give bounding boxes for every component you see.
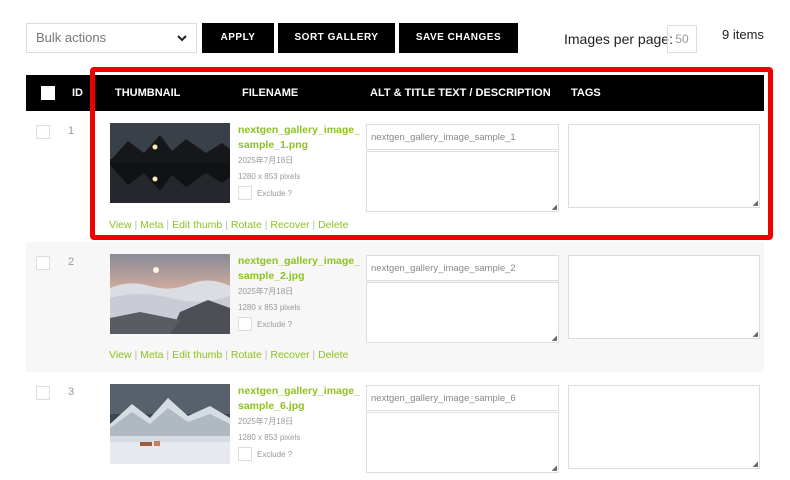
filename-link[interactable]: nextgen_gallery_image_sample_6.jpg: [238, 384, 360, 414]
image-date: 2025年7月18日: [238, 287, 294, 296]
resize-grip-icon[interactable]: ◢: [552, 204, 557, 211]
exclude-label: Exclude ?: [257, 450, 293, 459]
separator: |: [312, 349, 316, 361]
filename-link[interactable]: nextgen_gallery_image_sample_1.png: [238, 123, 360, 153]
apply-button[interactable]: APPLY: [202, 23, 274, 53]
row-id: 3: [68, 386, 75, 398]
alt-title-input[interactable]: nextgen_gallery_image_sample_6: [366, 385, 559, 411]
meta-link[interactable]: Meta: [140, 349, 163, 361]
description-textarea[interactable]: ◢: [366, 282, 559, 343]
column-header-alt-title[interactable]: ALT & TITLE TEXT / DESCRIPTION: [370, 87, 551, 99]
row-actions: View | Meta | Edit thumb | Rotate | Reco…: [109, 349, 348, 361]
tags-textarea[interactable]: ◢: [568, 385, 760, 469]
exclude-checkbox[interactable]: [238, 186, 252, 200]
resize-grip-icon[interactable]: ◢: [753, 461, 758, 468]
description-textarea[interactable]: ◢: [366, 151, 559, 212]
alt-title-input[interactable]: nextgen_gallery_image_sample_2: [366, 255, 559, 281]
tags-textarea[interactable]: ◢: [568, 124, 760, 208]
rotate-link[interactable]: Rotate: [231, 349, 262, 361]
separator: |: [225, 349, 228, 361]
delete-link[interactable]: Delete: [318, 349, 348, 361]
image-dimensions: 1280 x 853 pixels: [238, 303, 301, 312]
row-checkbox[interactable]: [36, 386, 50, 400]
row-id: 2: [68, 256, 75, 268]
select-all-checkbox[interactable]: [41, 86, 55, 100]
resize-grip-icon[interactable]: ◢: [753, 331, 758, 338]
alt-title-input[interactable]: nextgen_gallery_image_sample_1: [366, 124, 559, 150]
column-header-filename[interactable]: FILENAME: [242, 87, 298, 99]
recover-link[interactable]: Recover: [270, 349, 309, 361]
column-header-id[interactable]: ID: [72, 87, 83, 99]
images-per-page-label: Images per page:: [564, 31, 673, 47]
gallery-toolbar: Bulk actions APPLY SORT GALLERY SAVE CHA…: [0, 0, 790, 70]
table-header: ID THUMBNAIL FILENAME ALT & TITLE TEXT /…: [26, 75, 764, 111]
edit-thumb-link[interactable]: Edit thumb: [172, 349, 222, 361]
row-checkbox[interactable]: [36, 256, 50, 270]
items-count: 9 items: [722, 27, 764, 42]
resize-grip-icon[interactable]: ◢: [552, 465, 557, 472]
image-date: 2025年7月18日: [238, 417, 294, 426]
filename-link[interactable]: nextgen_gallery_image_sample_2.jpg: [238, 254, 360, 284]
separator: |: [134, 349, 138, 361]
row-id: 1: [68, 125, 75, 137]
tags-textarea[interactable]: ◢: [568, 255, 760, 339]
separator: |: [166, 219, 170, 231]
exclude-label: Exclude ?: [257, 189, 293, 198]
separator: |: [264, 219, 268, 231]
sort-gallery-button[interactable]: SORT GALLERY: [278, 23, 395, 53]
view-link[interactable]: View: [109, 349, 132, 361]
exclude-checkbox[interactable]: [238, 447, 252, 461]
separator: |: [312, 219, 316, 231]
rotate-link[interactable]: Rotate: [231, 219, 262, 231]
image-dimensions: 1280 x 853 pixels: [238, 172, 301, 181]
separator: |: [264, 349, 268, 361]
thumbnail-image[interactable]: [110, 254, 230, 334]
recover-link[interactable]: Recover: [270, 219, 309, 231]
exclude-checkbox[interactable]: [238, 317, 252, 331]
chevron-down-icon: [177, 35, 187, 42]
column-header-thumbnail: THUMBNAIL: [115, 87, 181, 99]
bulk-actions-value: Bulk actions: [36, 30, 107, 45]
separator: |: [134, 219, 138, 231]
meta-link[interactable]: Meta: [140, 219, 163, 231]
table-row: 1 nextgen_gallery_image_sample_1.png 202…: [26, 111, 764, 242]
save-changes-button[interactable]: SAVE CHANGES: [399, 23, 518, 53]
separator: |: [225, 219, 228, 231]
description-textarea[interactable]: ◢: [366, 412, 559, 473]
thumbnail-image[interactable]: [110, 384, 230, 464]
image-dimensions: 1280 x 853 pixels: [238, 433, 301, 442]
row-actions: View | Meta | Edit thumb | Rotate | Reco…: [109, 219, 348, 231]
exclude-label: Exclude ?: [257, 320, 293, 329]
view-link[interactable]: View: [109, 219, 132, 231]
resize-grip-icon[interactable]: ◢: [552, 335, 557, 342]
edit-thumb-link[interactable]: Edit thumb: [172, 219, 222, 231]
table-row: 2 nextgen_gallery_image_sample_2.jpg 202…: [26, 242, 764, 372]
table-row: 3 nextgen_gallery_image_sample_6.jpg 202…: [26, 372, 764, 480]
column-header-tags: TAGS: [571, 87, 601, 99]
image-date: 2025年7月18日: [238, 156, 294, 165]
row-checkbox[interactable]: [36, 125, 50, 139]
resize-grip-icon[interactable]: ◢: [753, 200, 758, 207]
images-per-page-input[interactable]: 50: [667, 25, 697, 53]
bulk-actions-select[interactable]: Bulk actions: [26, 23, 197, 53]
separator: |: [166, 349, 170, 361]
delete-link[interactable]: Delete: [318, 219, 348, 231]
thumbnail-image[interactable]: [110, 123, 230, 203]
